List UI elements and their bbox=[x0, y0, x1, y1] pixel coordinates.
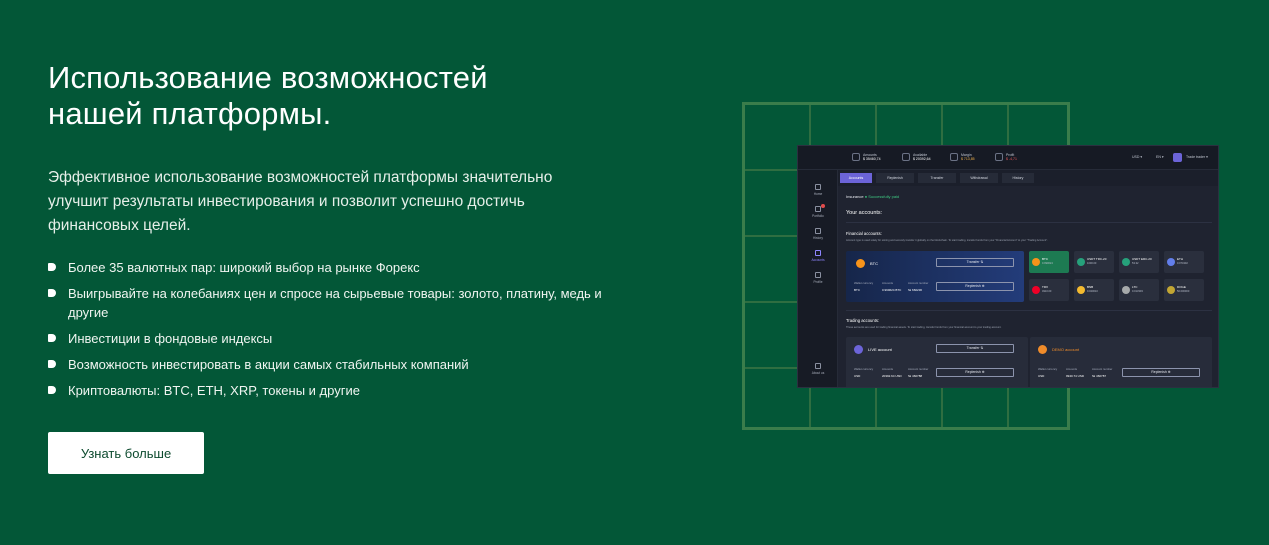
stat-profit: Profit $ -4,71 bbox=[995, 153, 1017, 161]
bullet-icon bbox=[48, 386, 56, 394]
usdt-icon bbox=[1122, 258, 1130, 266]
tab-history[interactable]: History bbox=[1002, 173, 1034, 183]
profit-icon bbox=[995, 153, 1003, 161]
bullet-icon bbox=[48, 263, 56, 271]
tab-replenish[interactable]: Replenish bbox=[876, 173, 914, 183]
app-top-bar: Amounts $ 35460,74 Available $ 20392,64 Ma… bbox=[798, 146, 1218, 170]
demo-replenish-button[interactable]: Replenish ⊕ bbox=[1122, 368, 1200, 377]
demo-account-icon bbox=[1038, 345, 1047, 354]
feature-item: Криптовалюты: BTC, ETH, XRP, токены и др… bbox=[48, 381, 618, 400]
bullet-icon bbox=[48, 334, 56, 342]
financial-accounts-description: Account type is used solely for storing … bbox=[846, 239, 1048, 242]
tab-accounts[interactable]: Accounts bbox=[840, 173, 872, 183]
coin-card-btc[interactable]: BTC 0.999624 bbox=[1029, 251, 1069, 273]
usdt-icon bbox=[1077, 258, 1085, 266]
financial-accounts-heading: Financial accounts: bbox=[846, 231, 882, 236]
sidebar-item-accounts[interactable]: Accounts bbox=[798, 250, 838, 262]
tab-transfer[interactable]: Transfer bbox=[918, 173, 956, 183]
sidebar-item-history[interactable]: History bbox=[798, 228, 838, 240]
live-account-icon bbox=[854, 345, 863, 354]
sidebar-item-home[interactable]: Home bbox=[798, 184, 838, 196]
currency-select[interactable]: USD ▾ bbox=[1132, 155, 1142, 159]
trading-accounts-description: These accounts are used for trading fina… bbox=[846, 326, 1002, 329]
feature-item: Более 35 валютных пар: широкий выбор на … bbox=[48, 258, 618, 277]
hero-title-line-2: нашей платформы. bbox=[48, 96, 332, 131]
stat-available: Available $ 20392,64 bbox=[902, 153, 931, 161]
eth-icon bbox=[1167, 258, 1175, 266]
platform-preview: Amounts $ 35460,74 Available $ 20392,64 Ma… bbox=[797, 145, 1219, 388]
wallet-icon bbox=[852, 153, 860, 161]
chart-icon bbox=[815, 184, 821, 190]
user-icon bbox=[815, 272, 821, 278]
hero-title-line-1: Использование возможностей bbox=[48, 60, 488, 95]
btc-icon bbox=[856, 259, 865, 268]
check-icon: ● bbox=[864, 194, 868, 199]
coin-card-eth[interactable]: ETH 0.074302 bbox=[1164, 251, 1204, 273]
trx-icon bbox=[1032, 286, 1040, 294]
sidebar-item-portfolio[interactable]: Portfolio bbox=[798, 204, 838, 218]
insurance-status: Insurance ● Successfully paid bbox=[846, 194, 900, 199]
history-icon bbox=[815, 228, 821, 234]
demo-account-card[interactable]: DEMO account Wallet currency USD Amounts… bbox=[1030, 337, 1212, 387]
avatar[interactable] bbox=[1173, 153, 1182, 162]
coin-card-bnb[interactable]: BNB 0.020010 bbox=[1074, 279, 1114, 301]
bullet-icon bbox=[48, 360, 56, 368]
live-replenish-button[interactable]: Replenish ⊕ bbox=[936, 368, 1014, 377]
trading-accounts-heading: Trading accounts: bbox=[846, 318, 880, 323]
notification-badge bbox=[821, 204, 825, 208]
stat-margin: Margin $ 713,85 bbox=[950, 153, 975, 161]
wallet-icon bbox=[815, 250, 821, 256]
hero-title: Использование возможностей нашей платфор… bbox=[48, 60, 568, 132]
app-sidebar: Home Portfolio History Accounts Profile … bbox=[798, 170, 838, 387]
sidebar-item-about[interactable]: About us bbox=[798, 363, 838, 375]
hero-description: Эффективное использование возможностей п… bbox=[48, 169, 553, 234]
coins-icon bbox=[902, 153, 910, 161]
margin-icon bbox=[950, 153, 958, 161]
feature-item: Выигрывайте на колебаниях цен и спросе н… bbox=[48, 284, 618, 322]
feature-list: Более 35 валютных пар: широкий выбор на … bbox=[48, 258, 618, 407]
doge-icon bbox=[1167, 286, 1175, 294]
language-select[interactable]: EN ▾ bbox=[1156, 155, 1164, 159]
your-accounts-heading: Your accounts: bbox=[846, 210, 883, 216]
bnb-icon bbox=[1077, 286, 1085, 294]
live-account-card[interactable]: LIVE account Transfer ⇅ Wallet currency … bbox=[846, 337, 1028, 387]
tab-withdrawal[interactable]: Withdrawal bbox=[960, 173, 998, 183]
bullet-icon bbox=[48, 289, 56, 297]
stat-amounts: Amounts $ 35460,74 bbox=[852, 153, 881, 161]
feature-item: Возможность инвестировать в акции самых … bbox=[48, 355, 618, 374]
live-transfer-button[interactable]: Transfer ⇅ bbox=[936, 344, 1014, 353]
coin-card-doge[interactable]: DOGE 50.000000 bbox=[1164, 279, 1204, 301]
coin-card-usdt-trc20[interactable]: USDT TRC-20 1000.00 bbox=[1074, 251, 1114, 273]
user-menu[interactable]: Trade trader ▾ bbox=[1186, 155, 1208, 159]
briefcase-icon bbox=[815, 206, 821, 212]
btc-transfer-button[interactable]: Transfer ⇅ bbox=[936, 258, 1014, 267]
ltc-icon bbox=[1122, 286, 1130, 294]
info-icon bbox=[815, 363, 821, 369]
coin-card-trx[interactable]: TRX 4910.00 bbox=[1029, 279, 1069, 301]
btc-icon bbox=[1032, 258, 1040, 266]
btc-replenish-button[interactable]: Replenish ⊕ bbox=[936, 282, 1014, 291]
feature-item: Инвестиции в фондовые индексы bbox=[48, 329, 618, 348]
sidebar-item-profile[interactable]: Profile bbox=[798, 272, 838, 284]
learn-more-button[interactable]: Узнать больше bbox=[48, 432, 204, 474]
coin-card-ltc[interactable]: LTC 0.013303 bbox=[1119, 279, 1159, 301]
accounts-content: Insurance ● Successfully paid Your accou… bbox=[838, 186, 1218, 387]
coin-card-usdt-erc20[interactable]: USDT ERC-20 53.32 bbox=[1119, 251, 1159, 273]
btc-account-card[interactable]: BTC Transfer ⇅ Wallet currency BTC Amoun… bbox=[846, 251, 1024, 302]
